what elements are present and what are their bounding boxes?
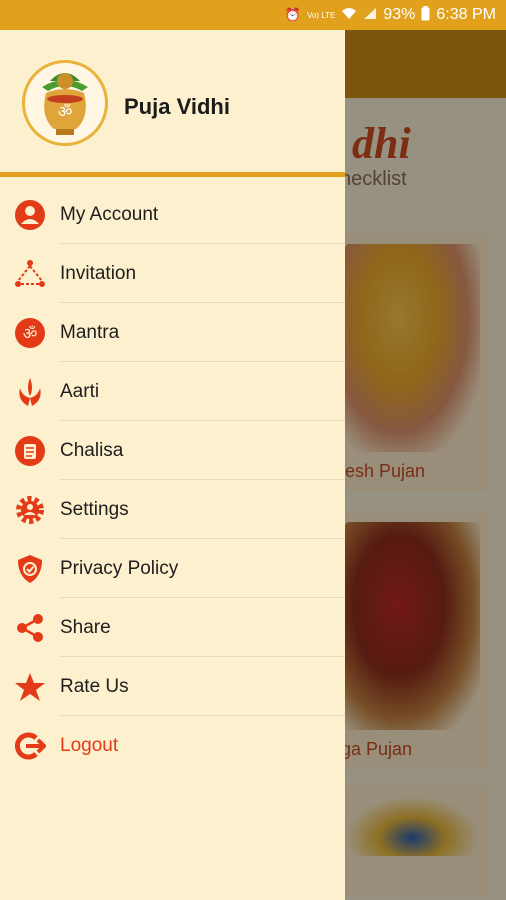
shield-icon <box>14 553 46 585</box>
battery-icon <box>421 6 430 24</box>
user-icon <box>14 199 46 231</box>
menu-item-settings[interactable]: Settings <box>0 480 345 539</box>
menu-item-label: Rate Us <box>60 675 129 697</box>
wifi-icon <box>341 7 357 23</box>
invitation-icon <box>14 258 46 290</box>
status-bar: ⏰ Vo) LTE 93% 6:38 PM <box>0 0 506 30</box>
aarti-icon <box>14 376 46 408</box>
clock: 6:38 PM <box>436 6 496 23</box>
network-badge: Vo) LTE <box>307 10 336 20</box>
drawer-menu: My Account Invitation ॐ Mantra Aarti Cha… <box>0 177 345 775</box>
battery-percent: 93% <box>383 6 416 23</box>
menu-item-label: Settings <box>60 498 129 520</box>
app-logo: ॐ <box>22 60 108 146</box>
navigation-drawer: ॐ Puja Vidhi My Account Invitation ॐ Man… <box>0 30 345 900</box>
menu-item-label: Share <box>60 616 111 638</box>
menu-item-label: Mantra <box>60 321 120 343</box>
svg-text:ॐ: ॐ <box>23 324 38 343</box>
signal-icon <box>363 7 377 23</box>
menu-item-label: My Account <box>60 203 159 225</box>
chalisa-icon <box>14 435 46 467</box>
app-name: Puja Vidhi <box>124 94 230 119</box>
star-icon <box>14 671 46 703</box>
menu-item-mantra[interactable]: ॐ Mantra <box>0 303 345 362</box>
menu-item-my-account[interactable]: My Account <box>0 185 345 244</box>
menu-item-label: Chalisa <box>60 439 124 461</box>
menu-item-rate-us[interactable]: Rate Us <box>0 657 345 716</box>
drawer-header: ॐ Puja Vidhi <box>0 30 345 177</box>
menu-item-aarti[interactable]: Aarti <box>0 362 345 421</box>
svg-text:ॐ: ॐ <box>58 102 73 121</box>
menu-item-invitation[interactable]: Invitation <box>0 244 345 303</box>
menu-item-label: Aarti <box>60 380 100 402</box>
logout-icon <box>14 730 47 762</box>
menu-item-label: Invitation <box>60 262 137 284</box>
share-icon <box>14 612 46 644</box>
menu-item-share[interactable]: Share <box>0 598 345 657</box>
menu-item-label: Privacy Policy <box>60 557 179 579</box>
menu-item-logout[interactable]: Logout <box>0 716 345 775</box>
menu-item-label: Logout <box>60 734 119 756</box>
menu-item-chalisa[interactable]: Chalisa <box>0 421 345 480</box>
alarm-icon: ⏰ <box>284 7 302 22</box>
menu-item-privacy-policy[interactable]: Privacy Policy <box>0 539 345 598</box>
gear-icon <box>14 494 46 526</box>
om-icon: ॐ <box>14 317 46 349</box>
